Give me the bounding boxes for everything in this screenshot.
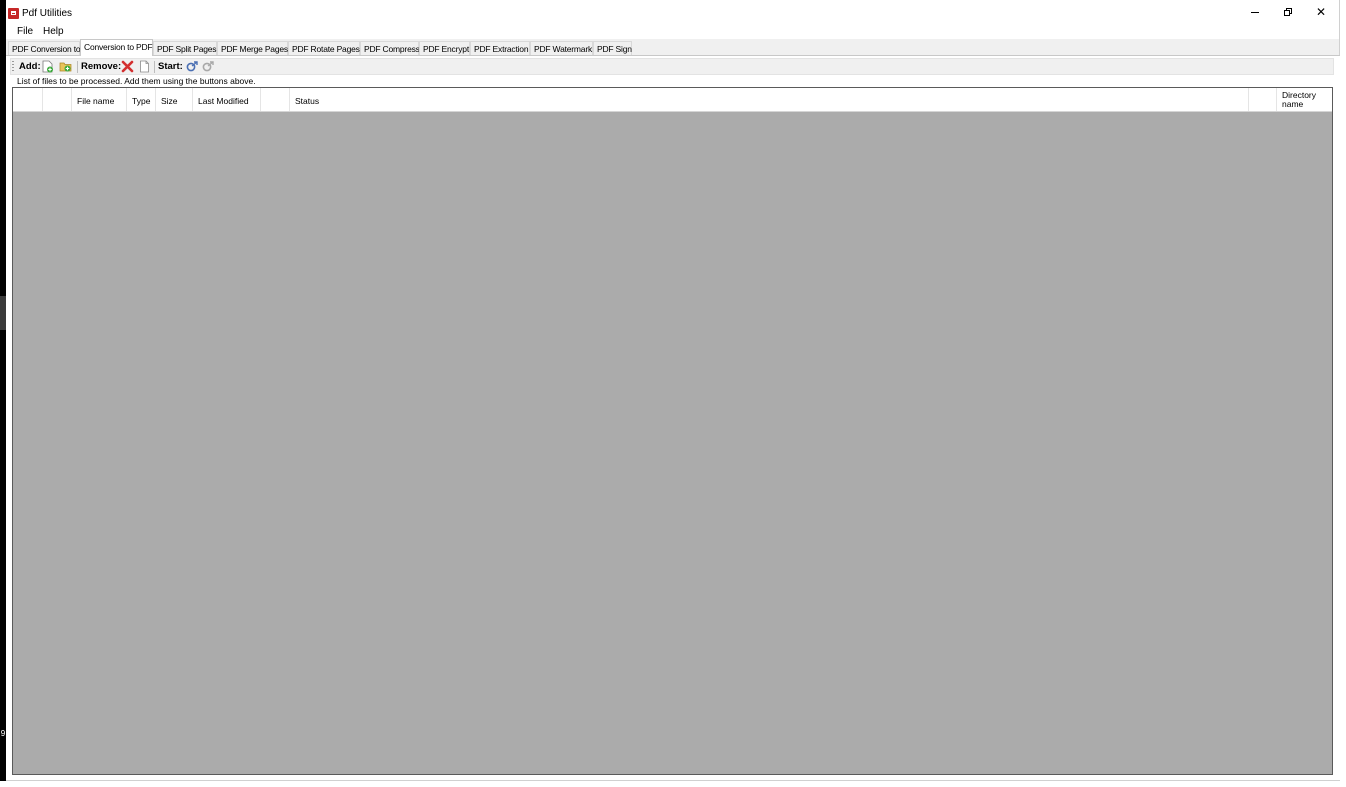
- column-header-label: Status: [295, 96, 320, 106]
- minimize-icon: [1251, 11, 1259, 13]
- menu-file[interactable]: File: [13, 25, 37, 38]
- column-header-type[interactable]: Type: [127, 88, 156, 111]
- window-title: Pdf Utilities: [22, 8, 73, 19]
- file-list-hint: List of files to be processed. Add them …: [17, 76, 256, 86]
- file-list[interactable]: File name Type Size Last Modified Status…: [12, 87, 1333, 775]
- add-folder-icon[interactable]: [59, 60, 72, 73]
- toolbar: Add: Remove: Start:: [10, 58, 1334, 75]
- toolbar-separator: [77, 61, 78, 73]
- restore-button[interactable]: [1272, 0, 1304, 24]
- tab-pdf-merge-pages[interactable]: PDF Merge Pages: [217, 41, 288, 55]
- column-header-icon[interactable]: [43, 88, 72, 111]
- column-header-spacer[interactable]: [1249, 88, 1277, 111]
- add-label: Add:: [19, 61, 41, 72]
- restore-icon: [1284, 8, 1292, 16]
- column-header-file-name[interactable]: File name: [72, 88, 127, 111]
- column-header-label: Directory name: [1282, 90, 1317, 109]
- title-bar[interactable]: Pdf Utilities ✕: [6, 0, 1339, 24]
- start-label: Start:: [158, 61, 183, 72]
- column-header-checkbox[interactable]: [13, 88, 43, 111]
- app-pdf-icon[interactable]: [8, 8, 19, 19]
- minimize-button[interactable]: [1239, 0, 1271, 24]
- tab-pdf-rotate-pages[interactable]: PDF Rotate Pages: [288, 41, 360, 55]
- column-header-last-modified[interactable]: Last Modified: [193, 88, 261, 111]
- tab-pdf-extraction[interactable]: PDF Extraction: [470, 41, 530, 55]
- tab-pdf-sign[interactable]: PDF Sign: [593, 41, 632, 55]
- column-header-directory-name[interactable]: Directory name: [1277, 88, 1332, 111]
- close-button[interactable]: ✕: [1305, 0, 1337, 24]
- convert-disabled-icon[interactable]: [201, 60, 214, 73]
- tab-pdf-split-pages[interactable]: PDF Split Pages: [153, 41, 217, 55]
- blank-page-icon[interactable]: [138, 60, 151, 73]
- close-icon: ✕: [1315, 5, 1327, 19]
- tab-pdf-compress[interactable]: PDF Compress: [360, 41, 420, 55]
- tab-pdf-conversion-to[interactable]: PDF Conversion to: [8, 41, 81, 55]
- column-header-status[interactable]: Status: [290, 88, 1249, 111]
- file-list-header: File name Type Size Last Modified Status…: [13, 88, 1332, 112]
- column-header-blank[interactable]: [261, 88, 290, 111]
- column-header-size[interactable]: Size: [156, 88, 193, 111]
- red-x-icon[interactable]: [121, 60, 134, 73]
- column-header-label: Type: [132, 96, 151, 106]
- menu-help[interactable]: Help: [39, 25, 68, 38]
- tab-conversion-to-pdf[interactable]: Conversion to PDF: [80, 39, 153, 56]
- remove-label: Remove:: [81, 61, 122, 72]
- column-header-label: Last Modified: [198, 96, 249, 106]
- column-header-label: Size: [161, 96, 178, 106]
- conversion-to-pdf-panel: Add: Remove: Start: List of files to be …: [6, 55, 1340, 780]
- convert-icon[interactable]: [185, 60, 198, 73]
- menu-bar: File Help: [6, 24, 1339, 39]
- tab-strip: PDF Conversion to Conversion to PDF PDF …: [6, 39, 1339, 56]
- tab-pdf-encrypt[interactable]: PDF Encrypt: [419, 41, 470, 55]
- app-window: Pdf Utilities ✕ File Help PDF Conversion…: [6, 0, 1340, 781]
- toolbar-grip[interactable]: [12, 61, 14, 72]
- add-file-icon[interactable]: [41, 60, 54, 73]
- toolbar-separator: [154, 61, 155, 73]
- tab-pdf-watermark[interactable]: PDF Watermark: [530, 41, 593, 55]
- column-header-label: File name: [77, 96, 115, 106]
